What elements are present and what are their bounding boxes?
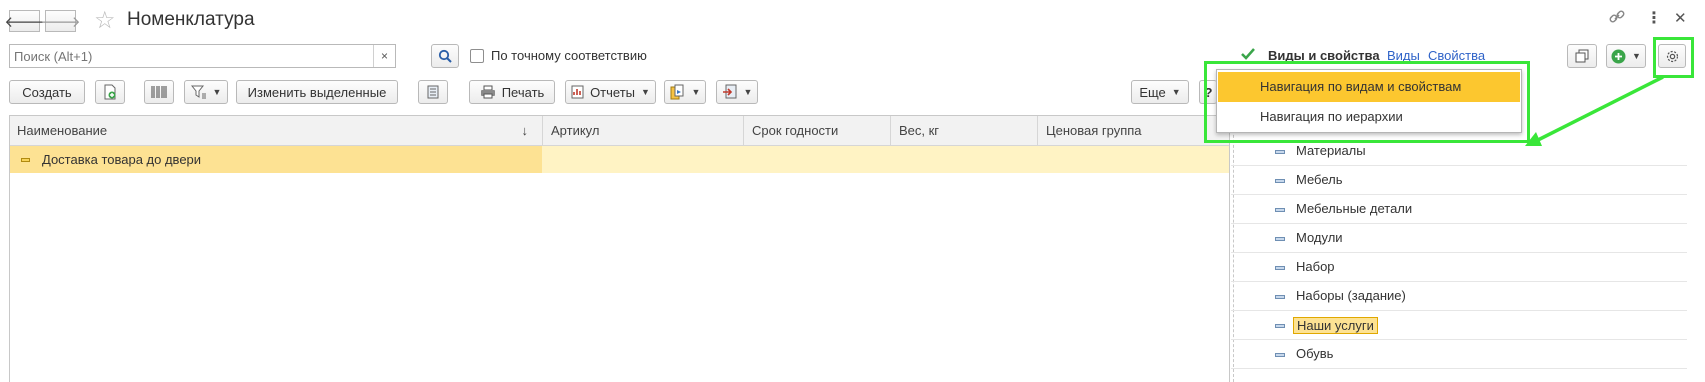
column-header-weight[interactable]: Вес, кг (891, 116, 1038, 146)
exact-match-label: По точному соответствию (491, 48, 647, 63)
list-item[interactable]: Набор (1231, 253, 1687, 282)
settings-highlight-frame (1653, 37, 1694, 78)
create-button[interactable]: Создать (9, 80, 85, 104)
filter-button[interactable]: ▼ (184, 80, 228, 104)
table-left-border (9, 115, 10, 382)
chevron-down-icon: ▼ (743, 87, 753, 97)
printer-icon (480, 85, 495, 99)
list-item[interactable]: Мебельные детали (1231, 195, 1687, 224)
filter-icon (190, 85, 206, 99)
list-item-label: Наборы (задание) (1296, 288, 1406, 303)
search-icon (438, 49, 452, 63)
forward-button[interactable]: 🡒 (40, 10, 81, 32)
menu-highlight-frame (1204, 61, 1530, 143)
table-cell-weight (891, 146, 1038, 173)
list-icon (427, 85, 439, 99)
list-item[interactable]: Мебель (1231, 166, 1687, 195)
sort-arrow-icon: ↓ (521, 123, 529, 138)
property-marker-icon (1275, 353, 1285, 357)
property-marker-icon (1275, 208, 1285, 212)
list-settings-button[interactable] (418, 80, 448, 104)
table-right-border (1229, 115, 1230, 382)
chevron-down-icon: ▼ (691, 87, 701, 97)
property-marker-icon (1275, 237, 1285, 241)
list-item[interactable]: Наши услуги (1231, 311, 1687, 340)
arrow-right-icon: 🡒 (40, 13, 81, 31)
table-cell-shelf-life (744, 146, 891, 173)
report-icon (571, 85, 584, 99)
document-add-icon (104, 84, 116, 100)
copy-button[interactable] (95, 80, 125, 104)
close-icon[interactable]: ✕ (1674, 9, 1687, 27)
back-button[interactable]: 🡐 (4, 10, 45, 32)
import-icon (722, 84, 737, 99)
barcode-icon (151, 86, 167, 98)
list-item-label: Набор (1296, 259, 1335, 274)
list-item[interactable]: Обувь (1231, 340, 1687, 369)
link-icon[interactable] (1608, 8, 1626, 29)
column-header-name[interactable]: Наименование ↓ (9, 116, 543, 146)
property-marker-icon (1275, 150, 1285, 154)
list-item-label: Наши услуги (1293, 317, 1378, 334)
table-header: Наименование ↓ Артикул Срок годности Вес… (9, 115, 1229, 146)
clear-search-button[interactable]: × (373, 45, 395, 67)
list-item[interactable]: Наборы (задание) (1231, 282, 1687, 311)
copy-icon (1575, 49, 1589, 63)
edit-selected-button[interactable]: Изменить выделенные (236, 80, 398, 104)
item-marker-icon (21, 158, 30, 162)
list-item[interactable]: Модули (1231, 224, 1687, 253)
star-icon[interactable]: ☆ (94, 6, 116, 35)
column-header-shelf-life[interactable]: Срок годности (744, 116, 891, 146)
table-cell-price-group (1038, 146, 1229, 173)
search-input[interactable] (10, 45, 370, 67)
barcode-button[interactable] (144, 80, 174, 104)
table-cell-article (543, 146, 744, 173)
property-marker-icon (1275, 295, 1285, 299)
column-header-price-group[interactable]: Ценовая группа (1038, 116, 1229, 146)
chevron-down-icon: ▼ (1632, 51, 1641, 61)
search-button[interactable] (431, 44, 459, 68)
list-item-label: Материалы (1296, 143, 1366, 158)
page-title: Номенклатура (127, 9, 255, 30)
chevron-down-icon: ▼ (1171, 87, 1181, 97)
more-vertical-icon[interactable]: ⋮ (1646, 8, 1662, 28)
property-marker-icon (1275, 179, 1285, 183)
table-row[interactable]: Доставка товара до двери (9, 146, 1229, 174)
check-icon[interactable] (1240, 46, 1256, 62)
more-button[interactable]: Еще ▼ (1131, 80, 1189, 104)
plus-circle-icon (1611, 49, 1626, 63)
annotation-arrow (1525, 75, 1664, 146)
reports-button[interactable]: Отчеты ▼ (565, 80, 656, 104)
exact-match-checkbox[interactable] (470, 49, 484, 63)
table-cell-name: Доставка товара до двери (9, 146, 543, 173)
list-item-label: Модули (1296, 230, 1343, 245)
print-button[interactable]: Печать (469, 80, 555, 104)
documents-icon (670, 84, 684, 100)
chevron-down-icon: ▼ (212, 87, 222, 97)
copy-window-button[interactable] (1567, 44, 1597, 68)
arrow-left-icon: 🡐 (4, 13, 45, 31)
search-field[interactable]: × (9, 44, 396, 68)
column-header-article[interactable]: Артикул (543, 116, 744, 146)
chevron-down-icon: ▼ (641, 87, 650, 97)
list-item-label: Обувь (1296, 346, 1334, 361)
list-item-label: Мебельные детали (1296, 201, 1413, 216)
exchange-button[interactable]: ▼ (716, 80, 758, 104)
list-item-label: Мебель (1296, 172, 1343, 187)
create-based-on-button[interactable]: ▼ (664, 80, 706, 104)
property-marker-icon (1275, 266, 1285, 270)
property-marker-icon (1275, 324, 1285, 328)
add-button[interactable]: ▼ (1606, 44, 1646, 68)
